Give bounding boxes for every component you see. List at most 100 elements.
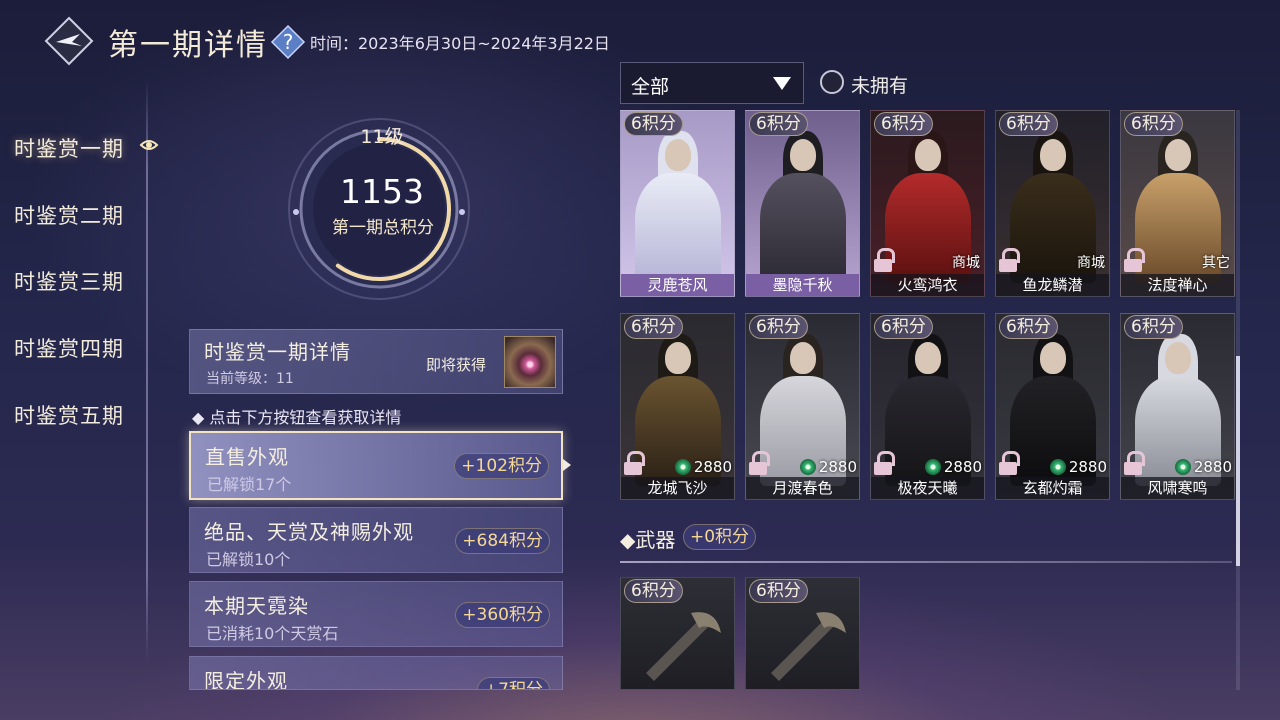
source-dye[interactable]: 本期天霓染 已消耗10个天赏石 +360积分 bbox=[189, 581, 563, 647]
points-badge: 6积分 bbox=[999, 112, 1058, 136]
price-value: 2880 bbox=[818, 458, 857, 476]
level-label: 11级 bbox=[360, 126, 404, 148]
source-label: 商城 bbox=[952, 255, 980, 271]
category-dropdown[interactable]: 全部 bbox=[620, 62, 804, 104]
price-value: 2880 bbox=[693, 458, 732, 476]
nav-item-period-3[interactable]: 时鉴赏三期 bbox=[14, 266, 124, 296]
page-title: 第一期详情 bbox=[108, 28, 268, 63]
weapons-section-title: ◆武器 bbox=[620, 528, 676, 552]
points-pill: +360积分 bbox=[455, 602, 550, 628]
question-icon: ? bbox=[270, 24, 306, 60]
points-badge: 6积分 bbox=[749, 112, 808, 136]
outfit-item[interactable]: 6积分商城鱼龙鳞潜 bbox=[995, 110, 1110, 297]
source-label: 其它 bbox=[1202, 255, 1230, 271]
source-direct-sale[interactable]: 直售外观 已解锁17个 +102积分 bbox=[189, 431, 563, 500]
source-title: 本期天霓染 bbox=[204, 594, 309, 618]
points-pill: +684积分 bbox=[455, 528, 550, 554]
dropdown-value: 全部 bbox=[631, 76, 670, 98]
price: 2880 bbox=[1049, 458, 1107, 476]
outfit-name: 玄都灼霜 bbox=[996, 477, 1109, 499]
reward-thumbnail[interactable] bbox=[504, 336, 556, 388]
points-badge: 6积分 bbox=[749, 579, 808, 603]
outfit-item[interactable]: 6积分其它法度禅心 bbox=[1120, 110, 1235, 297]
price-value: 2880 bbox=[943, 458, 982, 476]
points-pill: +102积分 bbox=[454, 453, 549, 479]
price: 2880 bbox=[924, 458, 982, 476]
caret-down-icon bbox=[773, 77, 791, 90]
detail-title: 时鉴赏一期详情 bbox=[204, 340, 351, 364]
weapons-points-pill: +0积分 bbox=[683, 524, 757, 550]
outfit-name: 风啸寒鸣 bbox=[1121, 477, 1234, 499]
jade-coin-icon bbox=[924, 459, 941, 475]
price: 2880 bbox=[674, 458, 732, 476]
outfit-item[interactable]: 6积分 2880 极夜天曦 bbox=[870, 313, 985, 500]
source-sub: 已解锁17个 bbox=[207, 475, 292, 494]
price-value: 2880 bbox=[1068, 458, 1107, 476]
back-arrow-icon bbox=[44, 16, 94, 66]
not-owned-radio[interactable] bbox=[820, 70, 844, 94]
period-detail-card[interactable]: 时鉴赏一期详情 当前等级：11 即将获得 bbox=[189, 329, 563, 394]
lock-icon bbox=[1123, 248, 1145, 272]
points-badge: 6积分 bbox=[624, 112, 683, 136]
outfit-name: 法度禅心 bbox=[1121, 274, 1234, 296]
nav-item-period-2[interactable]: 时鉴赏二期 bbox=[14, 200, 124, 230]
lock-icon bbox=[748, 451, 770, 475]
jade-coin-icon bbox=[674, 459, 691, 475]
nav-divider bbox=[146, 80, 148, 660]
weapon-item[interactable]: 6积分 bbox=[620, 577, 735, 690]
points-badge: 6积分 bbox=[874, 315, 933, 339]
outfit-name: 月渡春色 bbox=[746, 477, 859, 499]
outfit-name: 墨隐千秋 bbox=[746, 274, 859, 296]
outfit-name: 极夜天曦 bbox=[871, 477, 984, 499]
jade-coin-icon bbox=[1174, 459, 1191, 475]
nav-item-period-5[interactable]: 时鉴赏五期 bbox=[14, 400, 124, 430]
svg-text:?: ? bbox=[283, 30, 294, 54]
outfit-name: 火鸾鸿衣 bbox=[871, 274, 984, 296]
total-score: 1153 bbox=[340, 172, 424, 211]
help-button[interactable]: ? bbox=[270, 24, 306, 60]
hint-text: ◆ 点击下方按钮查看获取详情 bbox=[192, 408, 402, 427]
time-range: 时间：2023年6月30日~2024年3月22日 bbox=[310, 34, 610, 53]
outfit-name: 灵鹿苍风 bbox=[621, 274, 734, 296]
scrollbar-thumb[interactable] bbox=[1236, 356, 1240, 566]
source-title: 限定外观 bbox=[204, 669, 288, 690]
points-badge: 6积分 bbox=[1124, 112, 1183, 136]
outfit-item[interactable]: 6积分 2880 玄都灼霜 bbox=[995, 313, 1110, 500]
points-badge: 6积分 bbox=[624, 579, 683, 603]
not-owned-label: 未拥有 bbox=[851, 75, 909, 97]
active-marker-icon bbox=[138, 134, 160, 156]
lock-icon bbox=[998, 451, 1020, 475]
points-pill: +7积分 bbox=[476, 677, 550, 689]
lock-icon bbox=[623, 451, 645, 475]
nav-item-period-4[interactable]: 时鉴赏四期 bbox=[14, 333, 124, 363]
coming-soon-label: 即将获得 bbox=[426, 356, 487, 374]
outfit-item[interactable]: 6积分灵鹿苍风 bbox=[620, 110, 735, 297]
price: 2880 bbox=[799, 458, 857, 476]
outfit-item[interactable]: 6积分墨隐千秋 bbox=[745, 110, 860, 297]
total-score-label: 第一期总积分 bbox=[332, 218, 434, 238]
source-limited[interactable]: 限定外观 +7积分 bbox=[189, 656, 563, 690]
points-badge: 6积分 bbox=[749, 315, 808, 339]
source-sub: 已消耗10个天赏石 bbox=[206, 624, 339, 643]
source-title: 直售外观 bbox=[205, 445, 289, 469]
outfit-item[interactable]: 6积分 2880 龙城飞沙 bbox=[620, 313, 735, 500]
section-divider bbox=[620, 561, 1232, 563]
outfit-item[interactable]: 6积分商城火鸾鸿衣 bbox=[870, 110, 985, 297]
weapon-item[interactable]: 6积分 bbox=[745, 577, 860, 690]
lock-icon bbox=[873, 451, 895, 475]
back-button[interactable] bbox=[44, 16, 94, 66]
price-value: 2880 bbox=[1193, 458, 1232, 476]
outfit-item[interactable]: 6积分 2880 风啸寒鸣 bbox=[1120, 313, 1235, 500]
source-label: 商城 bbox=[1077, 255, 1105, 271]
points-badge: 6积分 bbox=[999, 315, 1058, 339]
nav-item-period-1[interactable]: 时鉴赏一期 bbox=[14, 133, 124, 163]
current-level: 当前等级：11 bbox=[206, 371, 294, 387]
jade-coin-icon bbox=[1049, 459, 1066, 475]
outfit-name: 鱼龙鳞潜 bbox=[996, 274, 1109, 296]
lock-icon bbox=[1123, 451, 1145, 475]
outfit-item[interactable]: 6积分 2880 月渡春色 bbox=[745, 313, 860, 500]
points-badge: 6积分 bbox=[874, 112, 933, 136]
source-sub: 已解锁10个 bbox=[206, 550, 291, 569]
points-badge: 6积分 bbox=[1124, 315, 1183, 339]
source-premium[interactable]: 绝品、天赏及神赐外观 已解锁10个 +684积分 bbox=[189, 507, 563, 573]
